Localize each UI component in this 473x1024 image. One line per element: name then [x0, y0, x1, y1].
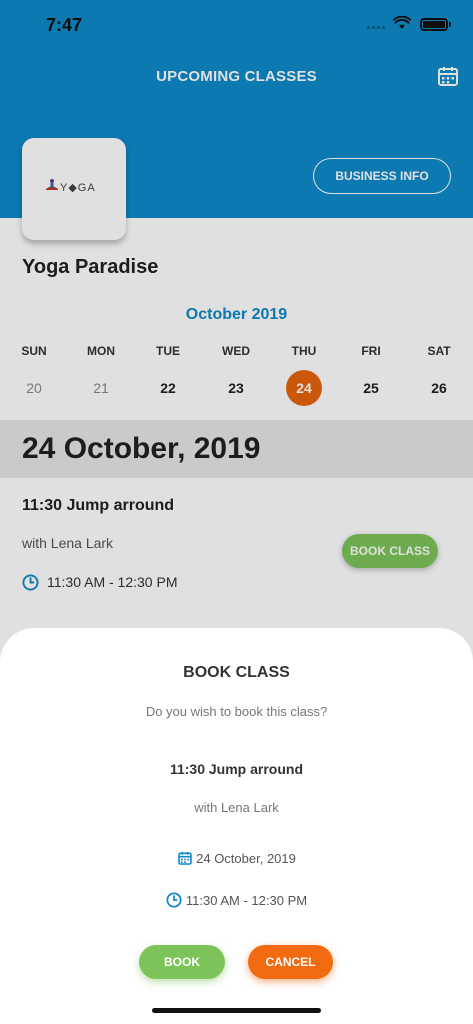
sheet-question: Do you wish to book this class? — [145, 704, 328, 719]
sheet-date: 24 October, 2019 — [0, 850, 473, 866]
sheet-time: 11:30 AM - 12:30 PM — [0, 892, 473, 908]
sheet-class-title: 11:30 Jump arround — [169, 761, 304, 777]
sheet-title: BOOK CLASS — [183, 664, 290, 681]
book-class-sheet: BOOK CLASS Do you wish to book this clas… — [0, 628, 473, 1024]
sheet-time-text: 11:30 AM - 12:30 PM — [185, 892, 308, 908]
home-indicator — [152, 1008, 321, 1013]
book-button[interactable]: BOOK — [139, 945, 225, 979]
calendar-small-icon — [178, 852, 192, 865]
sheet-date-text: 24 October, 2019 — [196, 850, 296, 866]
clock-small-icon — [166, 892, 182, 908]
cancel-button[interactable]: CANCEL — [248, 945, 333, 979]
sheet-instructor: with Lena Lark — [194, 800, 279, 815]
